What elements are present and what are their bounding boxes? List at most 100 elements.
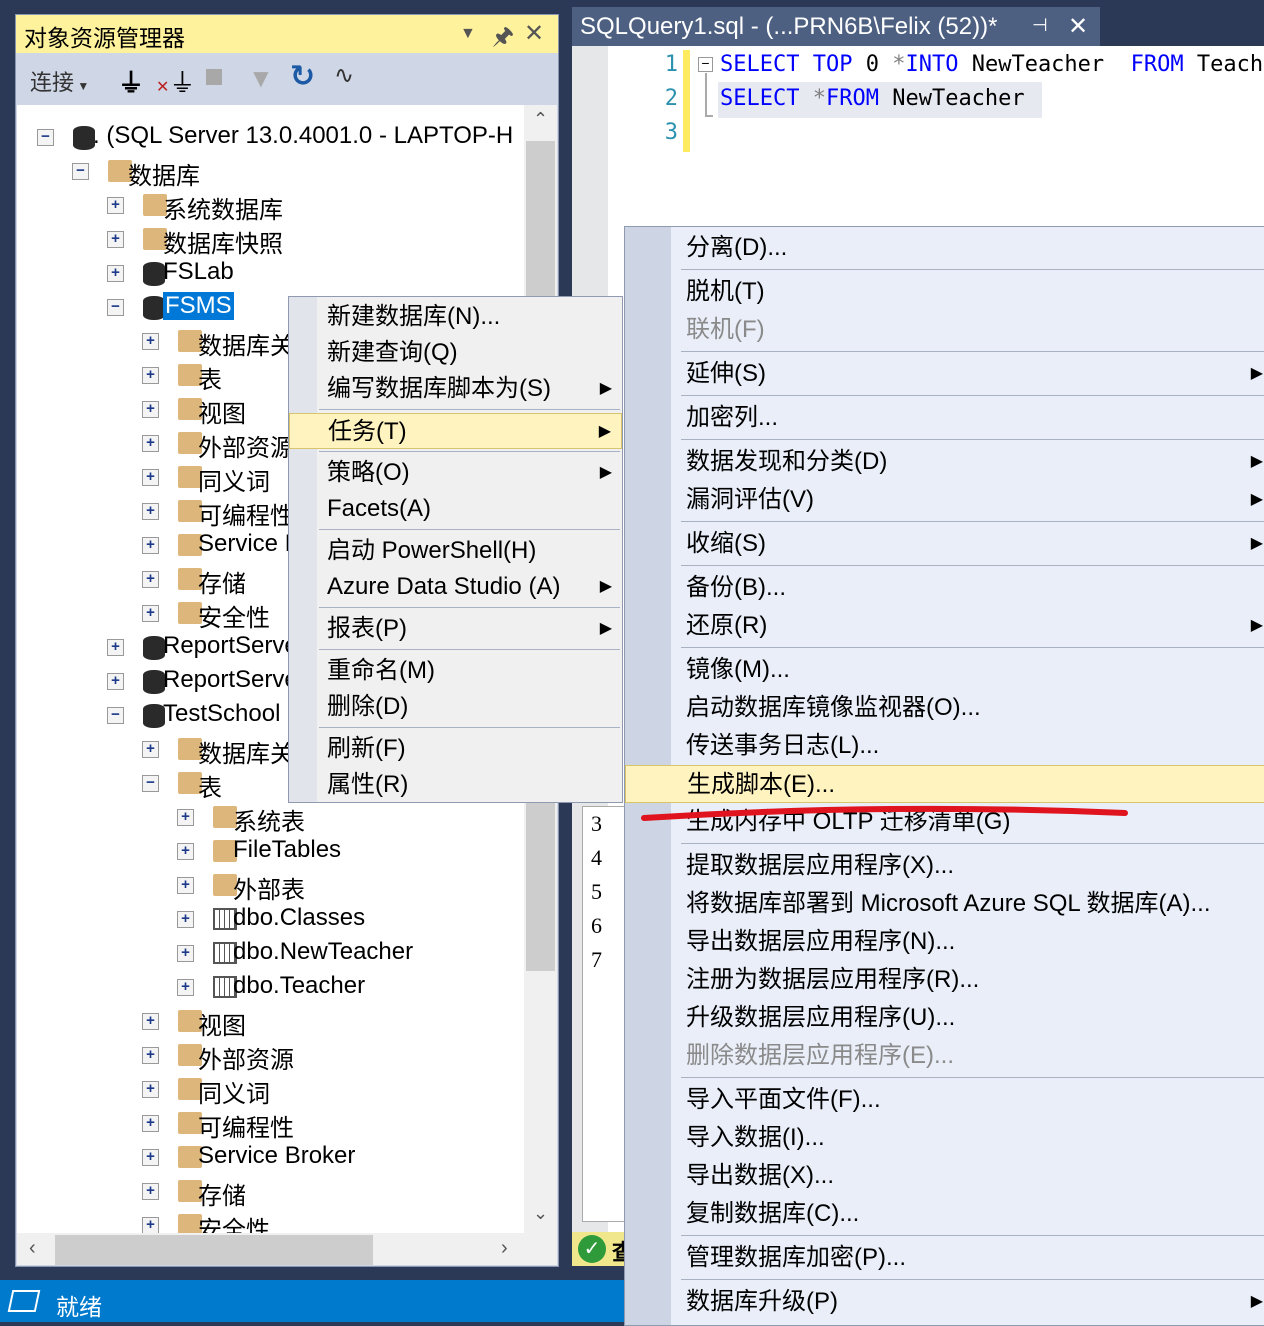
expand-icon[interactable]: + — [142, 333, 159, 350]
menu-item[interactable]: 生成脚本(E)... — [625, 765, 1264, 803]
expand-icon[interactable]: + — [177, 911, 194, 928]
scroll-up-icon[interactable]: ⌃ — [533, 109, 548, 130]
expand-icon[interactable]: + — [142, 435, 159, 452]
collapse-icon[interactable]: − — [107, 299, 124, 316]
menu-item[interactable]: 备份(B)... — [625, 569, 1264, 607]
menu-item[interactable]: 重命名(M) — [289, 653, 622, 689]
expand-icon[interactable]: + — [107, 231, 124, 248]
close-icon[interactable]: ✕ — [524, 19, 544, 48]
menu-item[interactable]: 报表(P) ▶ — [289, 611, 622, 647]
tree-node[interactable]: + FileTables — [17, 835, 537, 869]
expand-icon[interactable]: + — [107, 265, 124, 282]
menu-item[interactable]: 启动数据库镜像监视器(O)... — [625, 689, 1264, 727]
menu-item[interactable]: 策略(O) ▶ — [289, 455, 622, 491]
dropdown-icon[interactable]: ▼ — [460, 25, 476, 43]
tree-node[interactable]: + dbo.Teacher — [17, 971, 537, 1005]
menu-item[interactable]: 脱机(T) — [625, 273, 1264, 311]
scroll-right-icon[interactable]: › — [501, 1237, 508, 1260]
expand-icon[interactable]: + — [107, 197, 124, 214]
menu-item[interactable]: Facets(A) — [289, 491, 622, 527]
menu-item[interactable]: 属性(R) — [289, 767, 622, 803]
tree-node[interactable]: + 同义词 — [17, 1073, 537, 1108]
tree-node[interactable]: + 可编程性 — [17, 1107, 537, 1142]
expand-icon[interactable]: + — [142, 503, 159, 520]
expand-icon[interactable]: + — [142, 1183, 159, 1200]
menu-item[interactable]: 导入平面文件(F)... — [625, 1081, 1264, 1119]
scroll-down-icon[interactable]: ⌄ — [533, 1203, 548, 1224]
menu-item[interactable]: 编写数据库脚本为(S) ▶ — [289, 371, 622, 407]
expand-icon[interactable]: + — [142, 537, 159, 554]
tree-node[interactable]: + Service Broker — [17, 1141, 537, 1175]
menu-item[interactable]: 注册为数据层应用程序(R)... — [625, 961, 1264, 999]
menu-item[interactable]: 提取数据层应用程序(X)... — [625, 847, 1264, 885]
pin-icon[interactable]: ⊣ — [1032, 15, 1048, 36]
expand-icon[interactable]: + — [142, 571, 159, 588]
filter-icon[interactable]: ▼ — [248, 63, 274, 94]
expand-icon[interactable]: + — [177, 809, 194, 826]
menu-item[interactable]: 刷新(F) — [289, 731, 622, 767]
menu-item[interactable]: 启动 PowerShell(H) — [289, 533, 622, 569]
refresh-icon[interactable]: ↻ — [290, 59, 315, 94]
expand-icon[interactable]: + — [142, 1149, 159, 1166]
code-line[interactable]: SELECT TOP 0 *INTO NewTeacher FROM Teach… — [720, 52, 1264, 77]
horizontal-scrollbar[interactable]: ‹ › — [17, 1233, 557, 1265]
menu-item[interactable]: 删除(D) — [289, 689, 622, 725]
menu-item[interactable]: 数据库升级(P) ▶ — [625, 1283, 1264, 1321]
menu-item[interactable]: 生成内存中 OLTP 迁移清单(G) — [625, 803, 1264, 841]
tree-node[interactable]: + 系统数据库 — [17, 189, 537, 224]
expand-icon[interactable]: + — [142, 1217, 159, 1233]
tree-node[interactable]: + 外部表 — [17, 869, 537, 904]
expand-icon[interactable]: + — [177, 877, 194, 894]
connect-button[interactable]: 连接 ▼ — [30, 65, 89, 97]
menu-item[interactable]: 还原(R) ▶ — [625, 607, 1264, 645]
menu-item[interactable]: 镜像(M)... — [625, 651, 1264, 689]
disconnect-icon[interactable]: ✕⏚ — [156, 63, 195, 100]
activity-monitor-icon[interactable]: ∿ — [334, 61, 354, 90]
collapse-icon[interactable]: − — [142, 775, 159, 792]
menu-item[interactable]: 复制数据库(C)... — [625, 1195, 1264, 1233]
collapse-icon[interactable]: − — [698, 56, 713, 72]
expand-icon[interactable]: + — [142, 605, 159, 622]
menu-item[interactable]: 数据发现和分类(D) ▶ — [625, 443, 1264, 481]
expand-icon[interactable]: + — [142, 1115, 159, 1132]
expand-icon[interactable]: + — [142, 1013, 159, 1030]
expand-icon[interactable]: + — [142, 1081, 159, 1098]
menu-item[interactable]: 升级数据层应用程序(U)... — [625, 999, 1264, 1037]
menu-item[interactable]: 加密列... — [625, 399, 1264, 437]
expand-icon[interactable]: + — [142, 367, 159, 384]
tree-node[interactable]: + 系统表 — [17, 801, 537, 836]
menu-item[interactable]: 分离(D)... — [625, 229, 1264, 267]
menu-item[interactable]: 任务(T) ▶ — [289, 413, 622, 449]
connect-plug-icon[interactable]: ⏚ — [118, 63, 144, 100]
tree-node[interactable]: − . (SQL Server 13.0.4001.0 - LAPTOP-H — [17, 121, 537, 155]
menu-item[interactable]: 管理数据库加密(P)... — [625, 1239, 1264, 1277]
close-tab-icon[interactable]: ✕ — [1068, 12, 1088, 41]
tree-node[interactable]: + dbo.Classes — [17, 903, 537, 937]
menu-item[interactable]: 将数据库部署到 Microsoft Azure SQL 数据库(A)... — [625, 885, 1264, 923]
expand-icon[interactable]: + — [142, 401, 159, 418]
collapse-icon[interactable]: − — [107, 707, 124, 724]
expand-icon[interactable]: + — [177, 979, 194, 996]
expand-icon[interactable]: + — [177, 945, 194, 962]
tree-node[interactable]: + dbo.NewTeacher — [17, 937, 537, 971]
expand-icon[interactable]: + — [142, 741, 159, 758]
menu-item[interactable]: 导出数据层应用程序(N)... — [625, 923, 1264, 961]
scrollbar-thumb[interactable] — [55, 1235, 373, 1265]
tree-node[interactable]: + 外部资源 — [17, 1039, 537, 1074]
tree-node[interactable]: + 数据库快照 — [17, 223, 537, 258]
tab-sqlquery1[interactable]: SQLQuery1.sql - (...PRN6B\Felix (52))* ⊣… — [572, 7, 1100, 47]
expand-icon[interactable]: + — [177, 843, 194, 860]
scroll-left-icon[interactable]: ‹ — [29, 1237, 36, 1260]
menu-item[interactable]: 导入数据(I)... — [625, 1119, 1264, 1157]
menu-item[interactable]: 新建数据库(N)... — [289, 299, 622, 335]
menu-item[interactable]: 新建查询(Q) — [289, 335, 622, 371]
tree-node[interactable]: + 安全性 — [17, 1209, 537, 1233]
menu-item[interactable]: 收缩(S) ▶ — [625, 525, 1264, 563]
expand-icon[interactable]: + — [107, 673, 124, 690]
stop-icon[interactable] — [206, 69, 222, 85]
menu-item[interactable]: Azure Data Studio (A) ▶ — [289, 569, 622, 605]
collapse-icon[interactable]: − — [72, 163, 89, 180]
menu-item[interactable]: 导出数据(X)... — [625, 1157, 1264, 1195]
tree-node[interactable]: + FSLab — [17, 257, 537, 291]
tree-node[interactable]: − 数据库 — [17, 155, 537, 190]
